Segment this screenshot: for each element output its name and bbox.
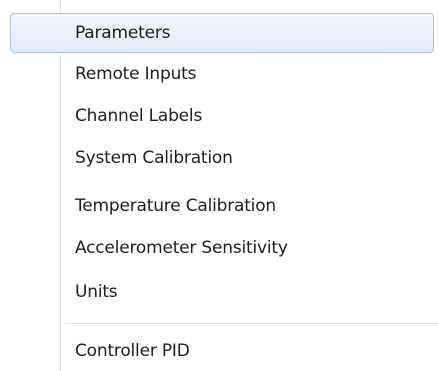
menu-item-accelerometer-sensitivity[interactable]: Accelerometer Sensitivity <box>10 228 434 268</box>
menu-item-label: Units <box>75 282 118 302</box>
menu-item-label: Parameters <box>75 23 171 43</box>
menu-separator-highlight <box>65 324 438 325</box>
menu-item-label: System Calibration <box>75 148 233 168</box>
menu-item-parameters[interactable]: Parameters <box>10 13 434 53</box>
menu-item-label: Controller PID <box>75 341 190 361</box>
menu-item-label: Accelerometer Sensitivity <box>75 238 288 258</box>
menu-item-label: Temperature Calibration <box>75 196 276 216</box>
menu-item-remote-inputs[interactable]: Remote Inputs <box>10 54 434 94</box>
menu-item-channel-labels[interactable]: Channel Labels <box>10 96 434 136</box>
menu-item-units[interactable]: Units <box>10 272 434 312</box>
context-menu: Parameters Remote Inputs Channel Labels … <box>0 0 438 371</box>
menu-item-temperature-calibration[interactable]: Temperature Calibration <box>10 186 434 226</box>
menu-item-label: Channel Labels <box>75 106 203 126</box>
menu-item-controller-pid[interactable]: Controller PID <box>10 331 434 371</box>
menu-item-label: Remote Inputs <box>75 64 197 84</box>
menu-item-system-calibration[interactable]: System Calibration <box>10 138 434 178</box>
